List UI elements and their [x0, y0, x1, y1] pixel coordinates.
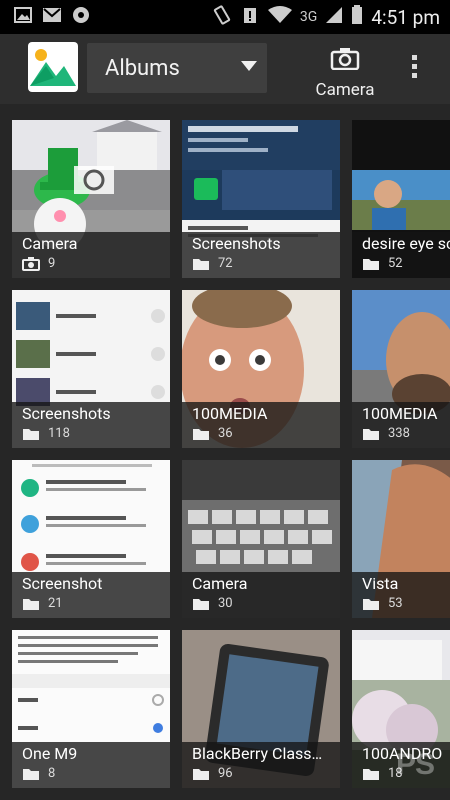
album-tile[interactable]: 100MEDIA 338 — [352, 290, 450, 448]
status-bar: 3G 4:51 pm — [0, 0, 450, 34]
album-tile[interactable]: Screenshots 118 — [12, 290, 170, 448]
album-name: 100MEDIA — [362, 404, 438, 423]
album-name: One M9 — [22, 744, 78, 763]
album-tile[interactable]: One M9 8 — [12, 630, 170, 788]
album-name: Vista — [362, 574, 399, 593]
album-dropdown-label: Albums — [105, 55, 180, 81]
album-caption: Screenshots 72 — [182, 232, 340, 278]
camera-icon — [330, 48, 360, 70]
album-caption: One M9 8 — [12, 742, 170, 788]
folder-icon — [193, 258, 209, 270]
album-caption: Camera 9 — [12, 232, 170, 278]
album-count: 72 — [218, 256, 233, 271]
folder-icon — [23, 598, 39, 610]
album-dropdown[interactable]: Albums — [87, 43, 267, 93]
album-name: Screenshots — [22, 404, 111, 423]
gmail-icon — [42, 7, 62, 27]
album-tile[interactable]: 100MEDIA 36 — [182, 290, 340, 448]
folder-icon — [193, 428, 209, 440]
album-tile[interactable]: Camera 9 — [12, 120, 170, 278]
watermark-logo: PS — [395, 748, 435, 781]
battery-icon — [351, 5, 363, 29]
album-caption: 100MEDIA 36 — [182, 402, 340, 448]
album-caption: BlackBerry Class… 96 — [182, 742, 340, 788]
action-bar: Albums Camera — [0, 34, 450, 104]
album-caption: 100MEDIA 338 — [352, 402, 450, 448]
album-count: 338 — [388, 426, 410, 441]
network-type: 3G — [299, 9, 318, 25]
album-caption: Screenshot 21 — [12, 572, 170, 618]
dropdown-arrow-icon — [241, 61, 257, 71]
album-name: Screenshots — [192, 234, 281, 253]
album-name: Camera — [192, 574, 248, 593]
album-name: BlackBerry Class… — [192, 744, 323, 763]
album-name: Screenshot — [22, 574, 103, 593]
folder-icon — [363, 768, 379, 780]
folder-icon — [23, 428, 39, 440]
album-count: 8 — [48, 766, 56, 781]
camera-button-label: Camera — [315, 80, 375, 100]
album-count: 36 — [218, 426, 233, 441]
album-tile[interactable]: Vista 53 — [352, 460, 450, 618]
folder-icon — [363, 598, 379, 610]
clock: 4:51 pm — [371, 5, 440, 29]
album-tile[interactable]: desire eye sc 52 — [352, 120, 450, 278]
album-caption: desire eye sc 52 — [352, 232, 450, 278]
album-count: 53 — [388, 596, 403, 611]
vibrate-icon — [212, 5, 232, 29]
folder-icon — [23, 768, 39, 780]
folder-icon — [363, 428, 379, 440]
album-name: desire eye sc — [362, 234, 450, 253]
album-name: Camera — [22, 234, 78, 253]
album-count: 30 — [218, 596, 233, 611]
album-name: 100MEDIA — [192, 404, 268, 423]
gallery-notification-icon — [14, 7, 32, 27]
folder-icon — [363, 258, 379, 270]
album-count: 96 — [218, 766, 233, 781]
album-grid: Camera 9 Screenshots 72 desire eye sc 52… — [0, 104, 450, 800]
album-tile[interactable]: Camera 30 — [182, 460, 340, 618]
album-count: 21 — [48, 596, 63, 611]
gallery-app-icon[interactable] — [28, 42, 78, 92]
album-count: 52 — [388, 256, 403, 271]
album-tile[interactable]: Screenshots 72 — [182, 120, 340, 278]
location-notification-icon — [72, 6, 90, 28]
folder-icon — [193, 598, 209, 610]
wifi-icon — [267, 6, 292, 28]
album-caption: Vista 53 — [352, 572, 450, 618]
alert-icon — [240, 5, 260, 29]
album-count: 9 — [48, 256, 56, 271]
album-tile[interactable]: Screenshot 21 — [12, 460, 170, 618]
camera-button[interactable]: Camera — [308, 40, 382, 100]
album-count: 118 — [48, 426, 70, 441]
overflow-menu-icon[interactable] — [404, 52, 424, 84]
album-tile[interactable]: BlackBerry Class… 96 — [182, 630, 340, 788]
camera-icon — [22, 256, 40, 271]
album-caption: Camera 30 — [182, 572, 340, 618]
folder-icon — [193, 768, 209, 780]
signal-icon — [325, 6, 343, 28]
album-caption: Screenshots 118 — [12, 402, 170, 448]
